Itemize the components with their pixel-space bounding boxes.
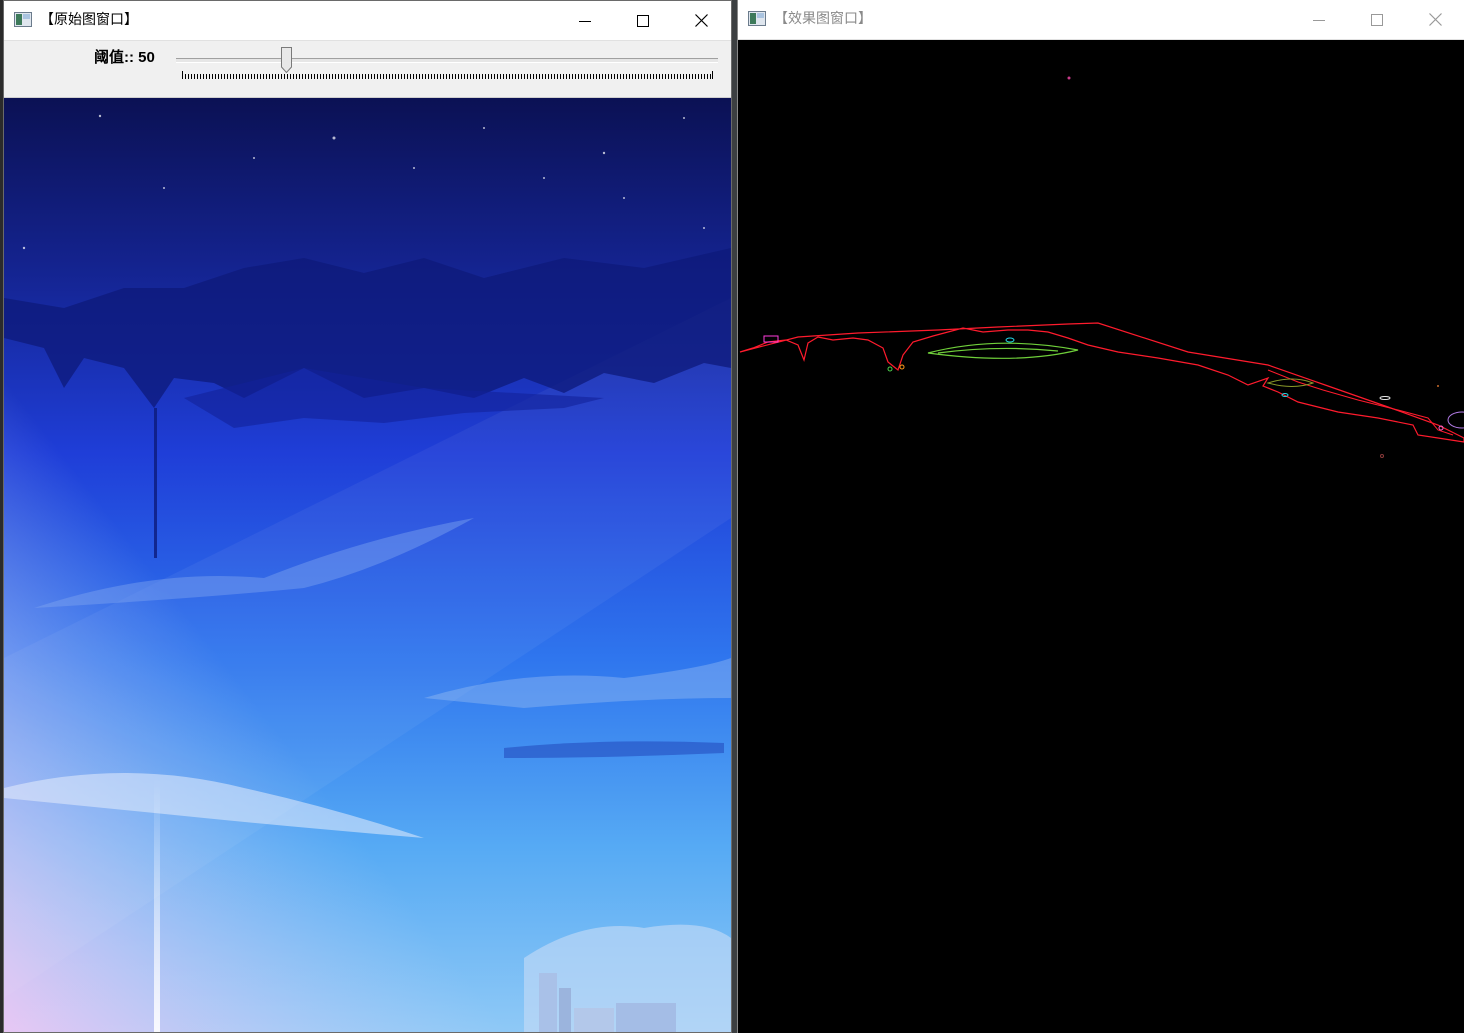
app-window-icon <box>748 11 766 26</box>
close-icon <box>1428 13 1442 26</box>
original-image <box>4 98 731 1032</box>
sky-image <box>4 98 731 1032</box>
threshold-trackbar[interactable]: 阈值:: 50 <box>4 41 731 98</box>
window-title: 【原始图窗口】 <box>40 12 138 28</box>
trackbar-track[interactable] <box>176 58 718 63</box>
contour-image <box>738 40 1464 1033</box>
contour-dot-3 <box>1067 76 1071 80</box>
app-window-icon <box>14 12 32 27</box>
trackbar-tick-end <box>712 71 713 79</box>
trackbar-label: 阈值:: 50 <box>94 49 155 66</box>
minimize-button[interactable] <box>1290 0 1348 39</box>
maximize-button[interactable] <box>1348 0 1406 39</box>
close-icon <box>694 14 708 27</box>
title-bar[interactable]: 【原始图窗口】 <box>4 1 731 41</box>
title-bar[interactable]: 【效果图窗口】 <box>738 0 1464 40</box>
maximize-button[interactable] <box>614 1 672 40</box>
minimize-icon <box>1313 19 1325 21</box>
window-title: 【效果图窗口】 <box>774 11 872 27</box>
minimize-button[interactable] <box>556 1 614 40</box>
minimize-icon <box>579 20 591 22</box>
trackbar-ticks <box>182 74 713 79</box>
maximize-icon <box>1371 13 1383 26</box>
trackbar-thumb[interactable] <box>281 47 292 73</box>
trackbar-tick-start <box>182 71 183 79</box>
close-button[interactable] <box>1406 0 1464 39</box>
close-button[interactable] <box>672 1 730 40</box>
contour-dot-5 <box>1437 385 1439 387</box>
maximize-icon <box>637 14 649 27</box>
original-image-window[interactable]: 【原始图窗口】 阈值:: 50 <box>3 0 732 1033</box>
result-image-window[interactable]: 【效果图窗口】 <box>737 0 1464 1033</box>
